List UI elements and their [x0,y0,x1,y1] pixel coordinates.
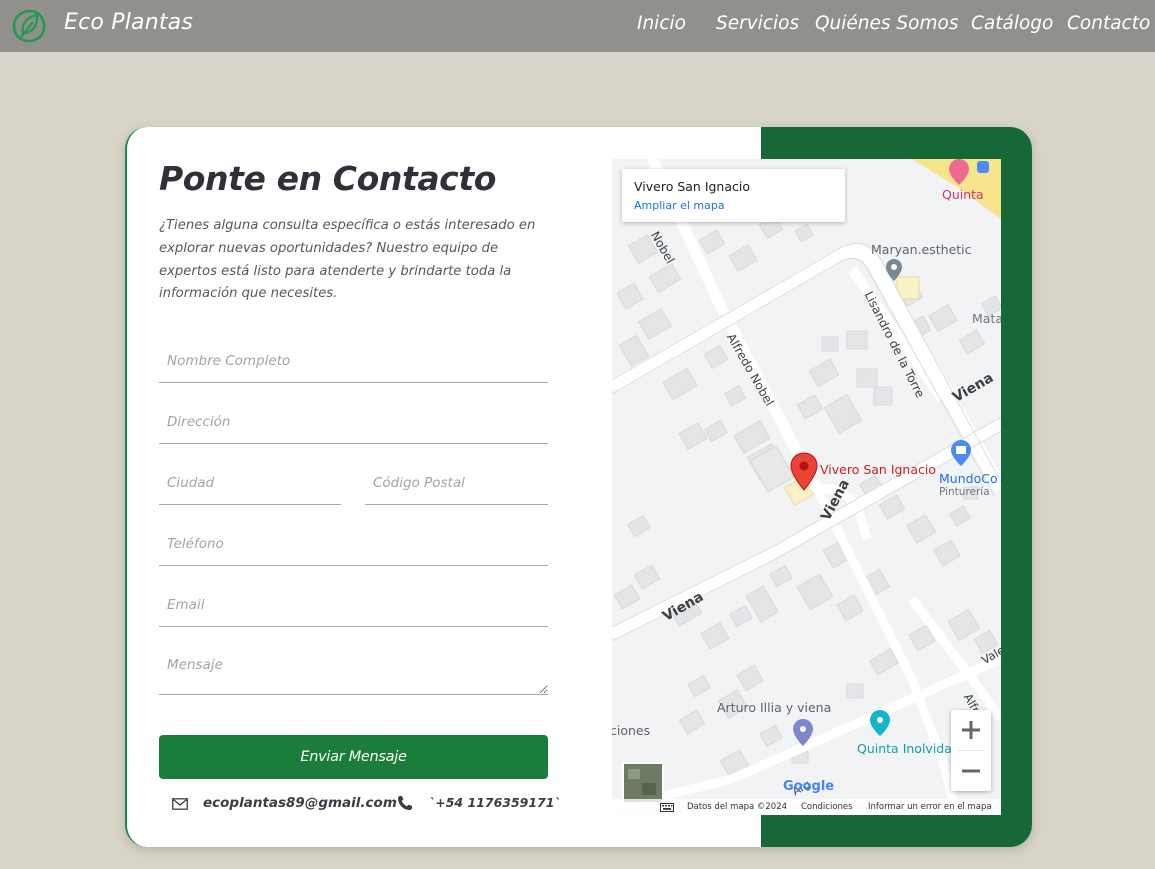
brand-name[interactable]: Eco Plantas [64,10,193,35]
map-report-link[interactable]: Informar un error en el mapa [868,802,992,812]
map-label-ciones: ciones [612,723,651,738]
map-label-mata: Mata [972,311,1001,326]
contact-card: Ponte en Contacto ¿Tienes alguna consult… [125,127,1032,847]
map-place-name: Vivero San Ignacio [634,179,751,194]
map-pin-label[interactable]: Vivero San Ignacio [820,462,936,477]
nav-link-quienes-somos[interactable]: Quiénes Somos [815,13,958,34]
map-label-pintureria: Pinturería [939,486,990,498]
phone-field[interactable] [159,522,548,566]
map-label-quinta-top: Quinta [942,187,984,202]
message-field[interactable] [159,643,548,695]
nav-link-catalogo[interactable]: Catálogo [971,13,1053,34]
contact-intro: ¿Tienes alguna consulta específica o est… [159,218,536,302]
address-field[interactable] [159,400,548,444]
zoom-out-icon[interactable] [951,751,991,791]
map-terms-link[interactable]: Condiciones [801,802,853,812]
send-message-button[interactable]: Enviar Mensaje [159,735,548,779]
google-logo: Google [783,779,835,794]
map-label-quinta-inolvida: Quinta Inolvida [857,741,952,756]
map-label-maryan: Maryan.esthetic [871,242,972,257]
nav-link-inicio[interactable]: Inicio [637,13,686,34]
contact-title: Ponte en Contacto [159,159,496,198]
contact-phone[interactable]: `+54 1176359171` [429,795,561,810]
postal-code-field[interactable] [365,461,548,505]
mail-icon [172,798,188,810]
zoom-in-icon[interactable] [951,710,991,750]
map-label-arturo: Arturo Illia y viena [717,700,832,715]
keyboard-icon[interactable] [660,803,674,812]
map-info-box: Vivero San Ignacio Ampliar el mapa [622,169,845,222]
email-field[interactable] [159,583,548,627]
nav-link-contacto[interactable]: Contacto [1067,13,1150,34]
phone-icon [398,796,412,810]
navbar: Eco Plantas Inicio Servicios Quiénes Som… [0,0,1155,52]
map-expand-link[interactable]: Ampliar el mapa [634,199,725,212]
nav-link-servicios[interactable]: Servicios [716,13,799,34]
contact-email[interactable]: ecoplantas89@gmail.com [203,795,397,811]
map-footer: Datos del mapa ©2024 Condiciones Informa… [612,799,1001,815]
map-data-credit: Datos del mapa ©2024 [687,802,788,812]
map-label-mundoco: MundoCo [939,471,998,486]
leaf-logo-icon[interactable] [11,8,47,44]
name-field[interactable] [159,339,548,383]
city-field[interactable] [159,461,341,505]
map-zoom-controls [951,710,991,791]
map-embed[interactable]: Quinta Maryan.esthetic Mata Nobel Alfred… [612,159,1001,815]
